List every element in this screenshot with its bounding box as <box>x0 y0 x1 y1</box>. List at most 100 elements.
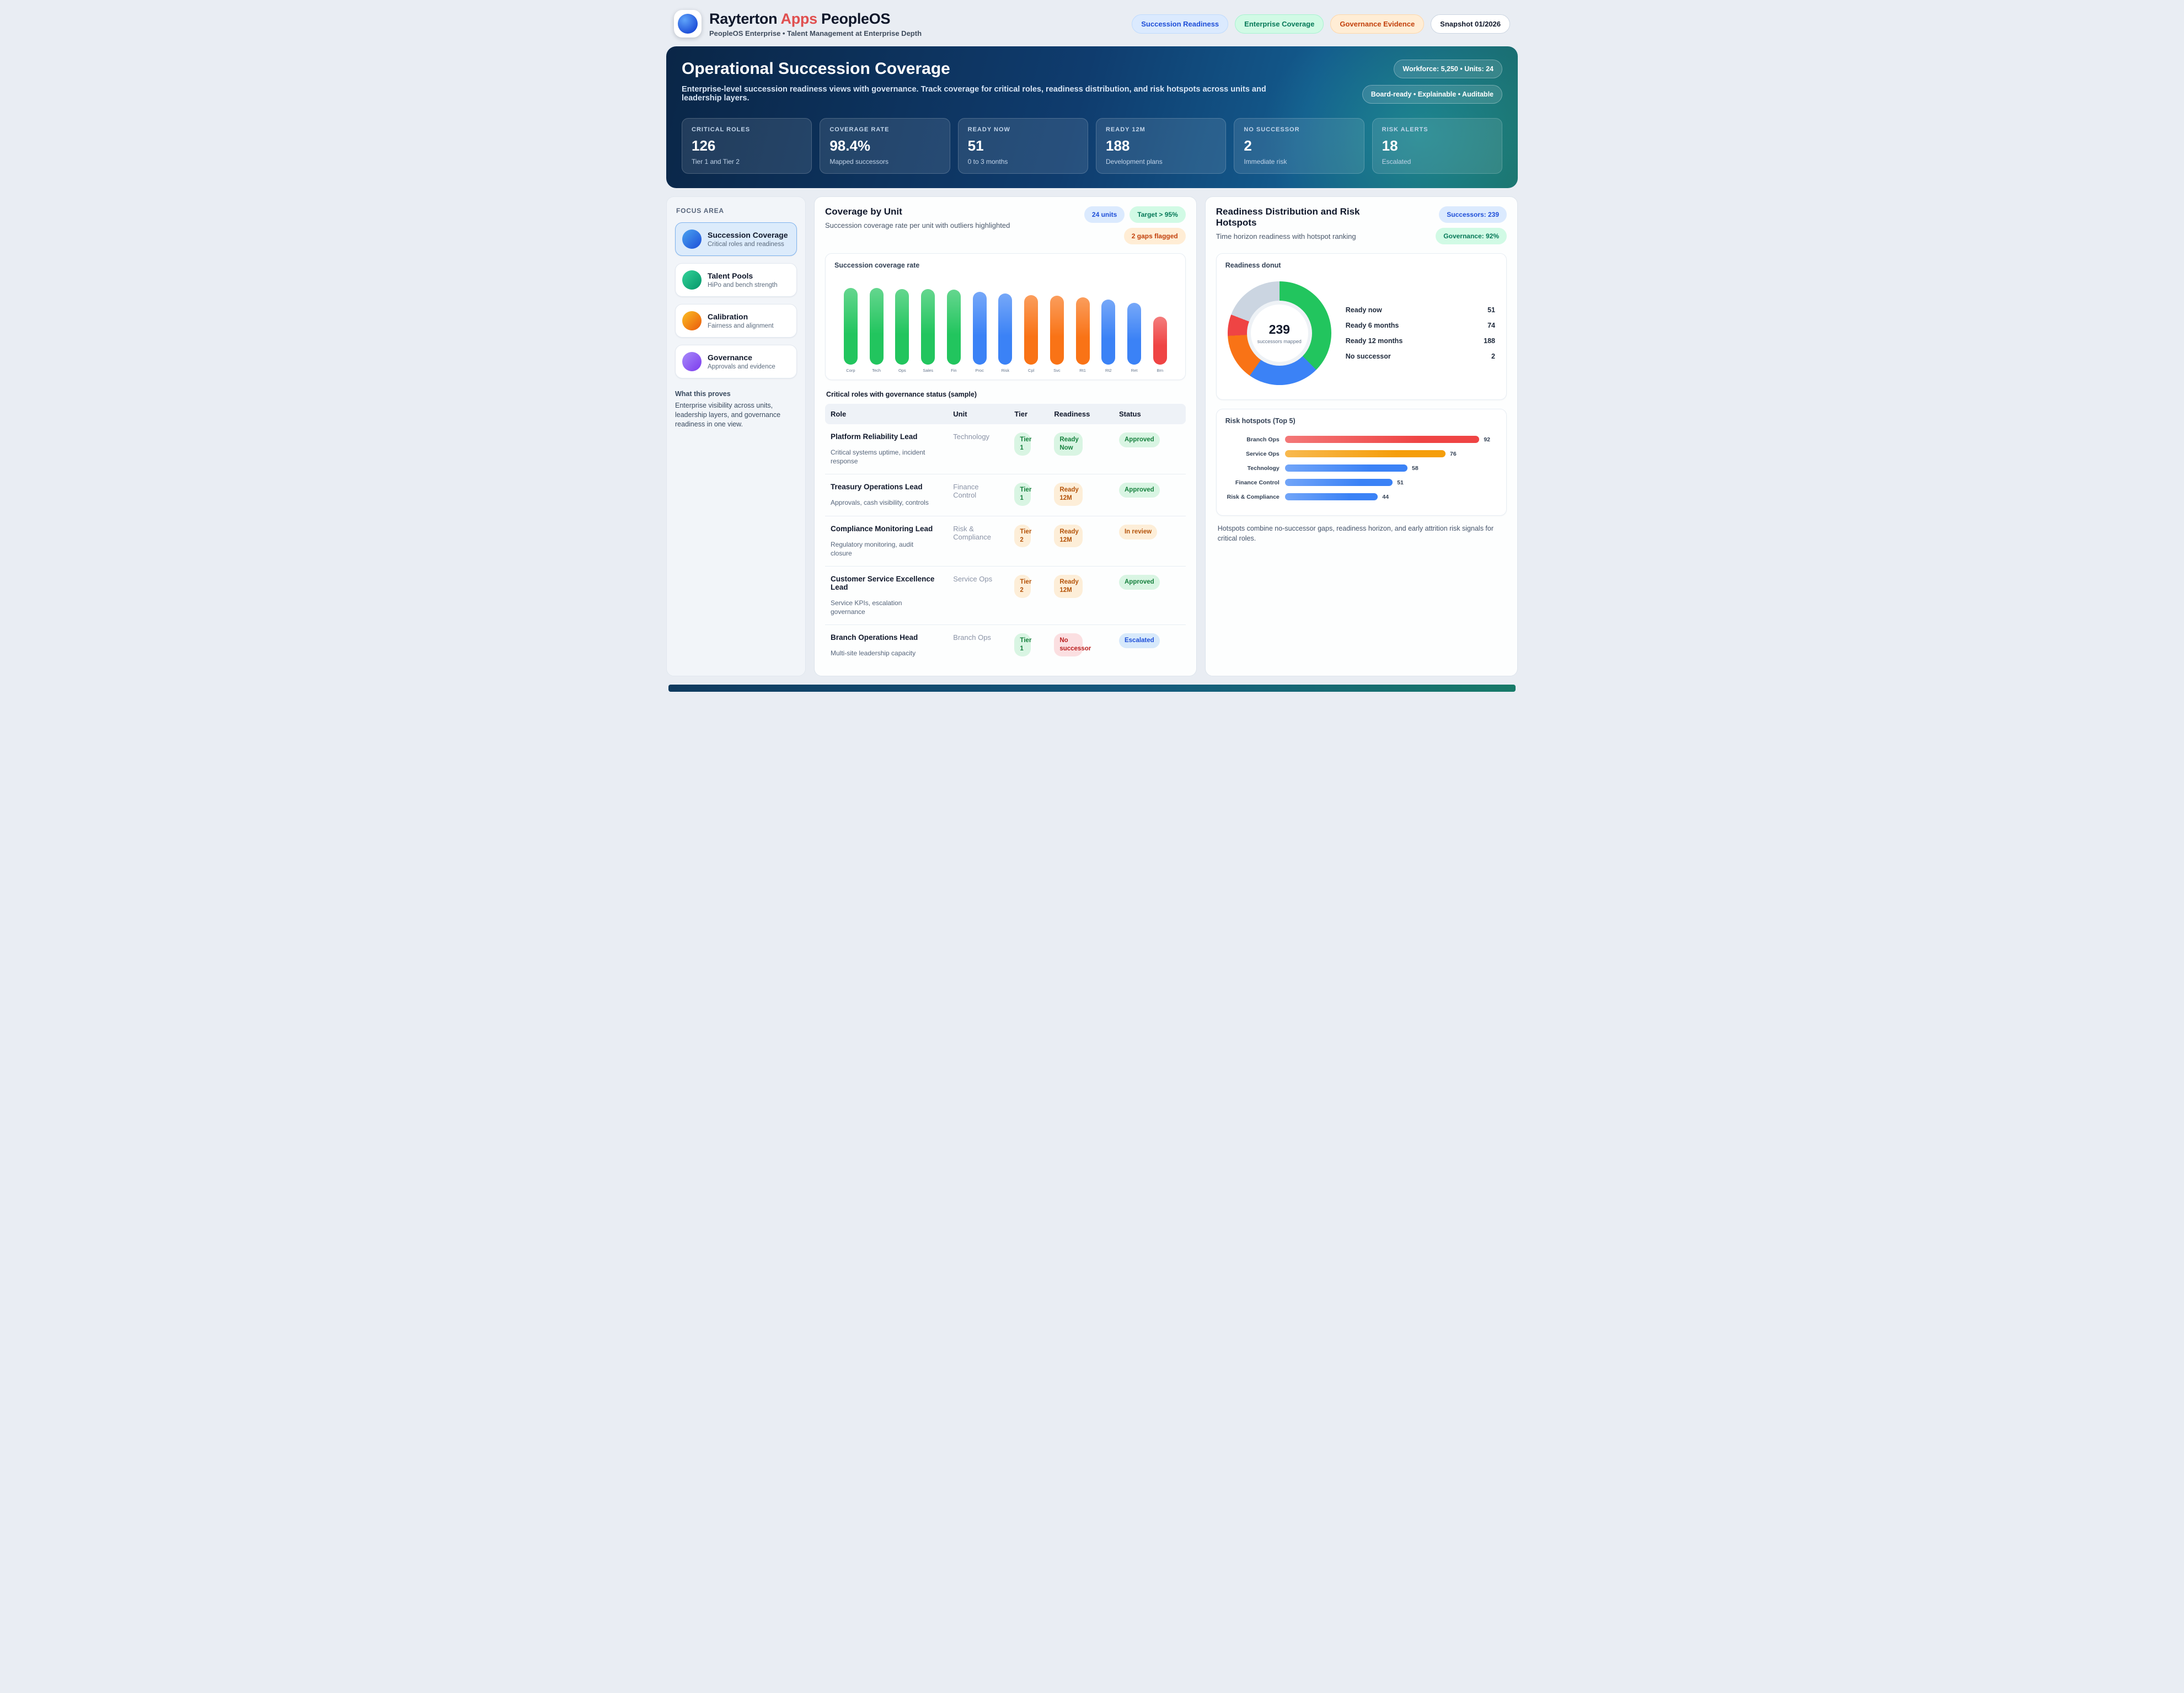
talent-pools-icon <box>682 270 702 290</box>
legend-label: Ready 12 months <box>1346 337 1403 345</box>
tier-badge: Tier 2 <box>1014 575 1031 598</box>
status-badge: Approved <box>1119 432 1160 447</box>
sidebar-item-governance[interactable]: Governance Approvals and evidence <box>675 345 797 378</box>
hotspot-row: Technology58 <box>1227 464 1496 472</box>
app-subtitle: PeopleOS Enterprise • Talent Management … <box>709 29 922 38</box>
kpi-no-successor: NO SUCCESSOR 2 Immediate risk <box>1234 118 1364 174</box>
coverage-bar: Brn <box>1148 317 1172 373</box>
app-title-part2: Apps <box>781 10 817 27</box>
hotspot-value: 76 <box>1450 451 1457 457</box>
sidebar-item-talent-pools[interactable]: Talent Pools HiPo and bench strength <box>675 263 797 297</box>
sidebar-item-sub: HiPo and bench strength <box>708 282 778 289</box>
unit-cell: Risk & Compliance <box>948 516 1009 566</box>
role-name: Customer Service Excellence Lead <box>831 575 942 591</box>
peopleos-dashboard: Rayterton Apps PeopleOS PeopleOS Enterpr… <box>661 0 1523 698</box>
kpi-ready-12m: READY 12M 188 Development plans <box>1096 118 1226 174</box>
table-row[interactable]: Compliance Monitoring Lead Regulatory mo… <box>825 516 1186 566</box>
hotspot-label: Service Ops <box>1227 451 1280 457</box>
hotspot-bar <box>1285 436 1480 443</box>
bar-label: Rt2 <box>1105 368 1112 373</box>
role-desc: Regulatory monitoring, audit closure <box>831 540 935 558</box>
board-ready-badge: Board-ready • Explainable • Auditable <box>1362 85 1502 104</box>
table-row[interactable]: Platform Reliability Lead Critical syste… <box>825 424 1186 474</box>
kpi-label: COVERAGE RATE <box>829 126 940 133</box>
pill-governance-evidence[interactable]: Governance Evidence <box>1330 14 1424 34</box>
role-name: Branch Operations Head <box>831 633 942 642</box>
bar-label: Risk <box>1002 368 1010 373</box>
governance-icon <box>682 352 702 371</box>
table-row[interactable]: Branch Operations Head Multi-site leader… <box>825 625 1186 666</box>
coverage-bar-chart: CorpTechOpsSalesFinProcRiskCplSvcRt1Rt2R… <box>834 278 1176 373</box>
col-unit: Unit <box>948 404 1009 424</box>
bar-label: Ret <box>1131 368 1138 373</box>
kpi-value: 98.4% <box>829 137 940 154</box>
status-badge: Escalated <box>1119 633 1160 648</box>
col-role: Role <box>825 404 948 424</box>
hotspot-bar <box>1285 464 1407 472</box>
sidebar-item-label: Succession Coverage <box>708 231 788 239</box>
gaps-flagged-pill[interactable]: 2 gaps flagged <box>1124 228 1186 244</box>
kpi-sub: Immediate risk <box>1244 158 1354 165</box>
tier-badge: Tier 1 <box>1014 432 1031 456</box>
target-pill[interactable]: Target > 95% <box>1130 206 1185 223</box>
coverage-bar: Corp <box>839 288 863 373</box>
critical-roles-table-title: Critical roles with governance status (s… <box>826 391 1185 398</box>
units-pill[interactable]: 24 units <box>1084 206 1125 223</box>
readiness-badge: No successor <box>1054 633 1083 656</box>
hotspot-value: 58 <box>1412 465 1418 472</box>
header-pills: Succession Readiness Enterprise Coverage… <box>1132 14 1510 34</box>
unit-cell: Technology <box>948 424 1009 474</box>
hotspots-note: Hotspots combine no-successor gaps, read… <box>1218 524 1505 543</box>
legend-label: No successor <box>1346 353 1391 360</box>
app-title: Rayterton Apps PeopleOS <box>709 10 922 28</box>
table-row[interactable]: Customer Service Excellence Lead Service… <box>825 566 1186 624</box>
legend-value: 51 <box>1487 306 1495 314</box>
coverage-pills: 24 units Target > 95% 2 gaps flagged <box>1084 206 1186 244</box>
hotspots-title: Risk hotspots (Top 5) <box>1225 417 1497 425</box>
kpi-value: 126 <box>692 137 802 154</box>
critical-roles-table: Role Unit Tier Readiness Status Platform… <box>825 404 1186 666</box>
footer-strip <box>668 685 1516 692</box>
successors-pill[interactable]: Successors: 239 <box>1439 206 1507 223</box>
kpi-value: 2 <box>1244 137 1354 154</box>
sidebar-item-calibration[interactable]: Calibration Fairness and alignment <box>675 304 797 338</box>
bar-label: Corp <box>846 368 855 373</box>
status-badge: In review <box>1119 525 1157 540</box>
donut-center: 239 successors mapped <box>1247 301 1312 366</box>
readiness-donut-chart: 239 successors mapped <box>1228 281 1331 385</box>
pill-snapshot[interactable]: Snapshot 01/2026 <box>1431 14 1510 34</box>
table-header-row: Role Unit Tier Readiness Status <box>825 404 1186 424</box>
kpi-value: 188 <box>1106 137 1216 154</box>
table-row[interactable]: Treasury Operations Lead Approvals, cash… <box>825 474 1186 516</box>
readiness-title: Readiness Distribution and Risk Hotspots <box>1216 206 1382 228</box>
pill-enterprise-coverage[interactable]: Enterprise Coverage <box>1235 14 1324 34</box>
readiness-badge: Ready Now <box>1054 432 1083 456</box>
role-desc: Multi-site leadership capacity <box>831 649 935 658</box>
sidebar-note: What this proves Enterprise visibility a… <box>675 389 797 429</box>
hotspot-row: Branch Ops92 <box>1227 436 1496 443</box>
kpi-sub: Mapped successors <box>829 158 940 165</box>
hotspot-label: Finance Control <box>1227 479 1280 486</box>
pill-succession-readiness[interactable]: Succession Readiness <box>1132 14 1228 34</box>
workforce-badge: Workforce: 5,250 • Units: 24 <box>1394 60 1502 78</box>
coverage-bar: Tech <box>865 288 888 373</box>
kpi-label: NO SUCCESSOR <box>1244 126 1354 133</box>
app-logo-icon <box>674 10 702 38</box>
readiness-badge: Ready 12M <box>1054 525 1083 548</box>
legend-row: No successor 2 <box>1346 353 1495 360</box>
coverage-title: Coverage by Unit <box>825 206 991 217</box>
coverage-subtitle: Succession coverage rate per unit with o… <box>825 221 1010 229</box>
status-badge: Approved <box>1119 575 1160 590</box>
hero-banner: Operational Succession Coverage Enterpri… <box>666 46 1518 188</box>
sidebar-item-succession-coverage[interactable]: Succession Coverage Critical roles and r… <box>675 222 797 256</box>
sidebar-item-sub: Critical roles and readiness <box>708 241 788 248</box>
coverage-bar: Svc <box>1045 296 1069 373</box>
coverage-panel: Coverage by Unit Succession coverage rat… <box>814 196 1197 676</box>
succession-coverage-icon <box>682 229 702 249</box>
role-desc: Approvals, cash visibility, controls <box>831 498 935 507</box>
coverage-bar: Ops <box>891 289 914 373</box>
governance-pill[interactable]: Governance: 92% <box>1436 228 1507 244</box>
calibration-icon <box>682 311 702 330</box>
tier-badge: Tier 1 <box>1014 483 1031 506</box>
sidebar-item-sub: Approvals and evidence <box>708 364 775 370</box>
